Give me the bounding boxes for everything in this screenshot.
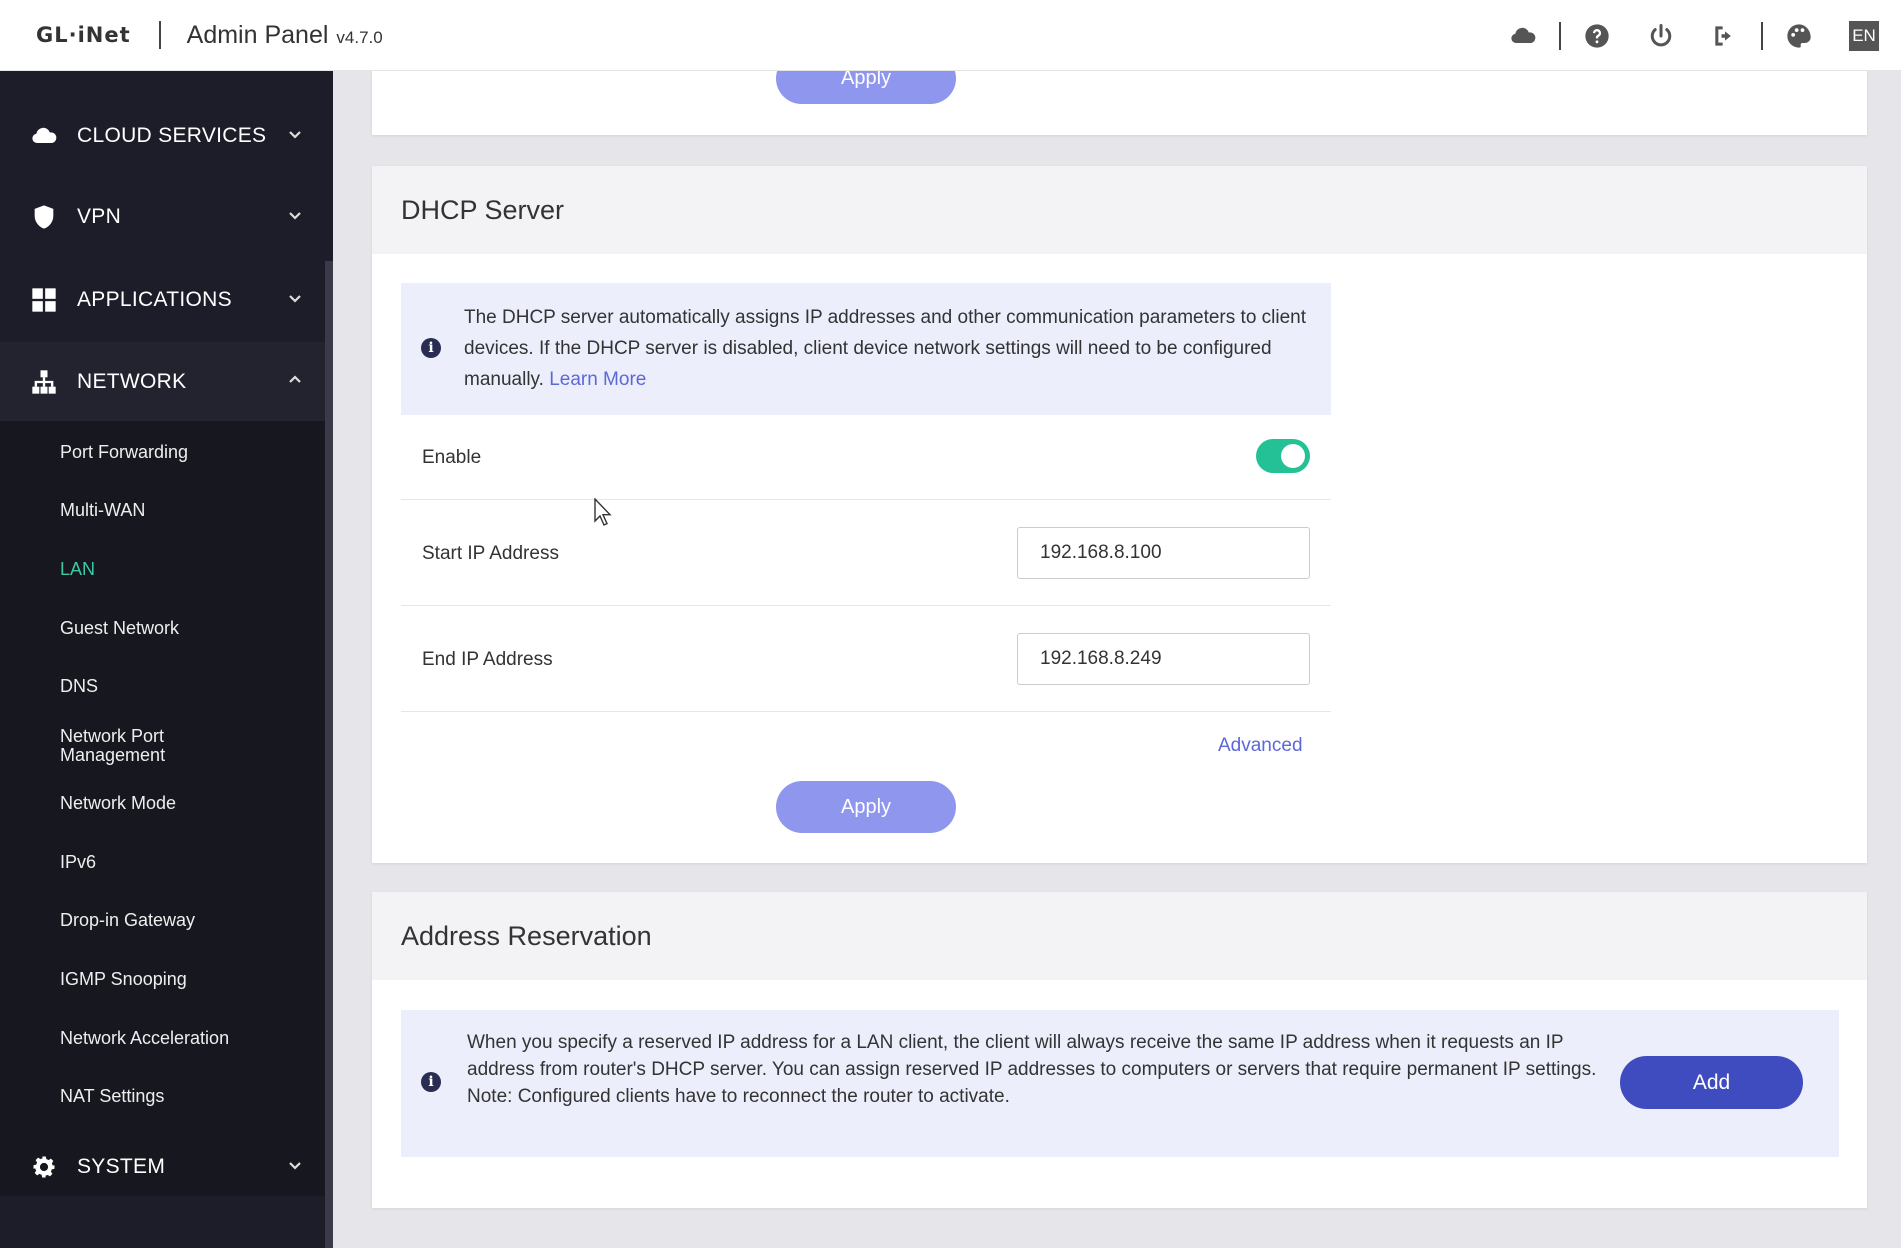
app-version: v4.7.0 — [336, 28, 383, 47]
sidebar: CLOUD SERVICES VPN APPLICATIONS NETWORK … — [0, 71, 333, 1248]
sidebar-item-multi-wan[interactable]: Multi-WAN — [60, 501, 145, 520]
reservation-info-text: When you specify a reserved IP address f… — [467, 1029, 1617, 1110]
sidebar-item-vpn[interactable]: VPN — [0, 177, 325, 257]
section-title: Address Reservation — [372, 892, 1867, 980]
sidebar-scrollbar[interactable] — [325, 261, 333, 1248]
app-title: Admin Panel — [186, 20, 329, 49]
sidebar-item-cloud-services[interactable]: CLOUD SERVICES — [0, 96, 325, 176]
sidebar-item-applications[interactable]: APPLICATIONS — [0, 260, 325, 340]
info-icon: i — [421, 1072, 441, 1092]
cloud-icon — [29, 121, 59, 151]
end-ip-label: End IP Address — [422, 649, 553, 670]
brand-name: GL·iNet — [36, 23, 131, 47]
power-icon[interactable] — [1647, 22, 1675, 50]
section-title: DHCP Server — [372, 166, 1867, 254]
sidebar-item-label: APPLICATIONS — [77, 288, 232, 311]
network-submenu: Port Forwarding Multi-WAN LAN Guest Netw… — [0, 421, 325, 1196]
header-toolbar: EN — [1491, 0, 1879, 71]
sidebar-item-label: SYSTEM — [77, 1155, 166, 1178]
logout-icon[interactable] — [1711, 22, 1739, 50]
end-ip-row: End IP Address — [401, 606, 1331, 712]
start-ip-label: Start IP Address — [422, 543, 559, 564]
network-icon — [29, 367, 59, 397]
palette-icon[interactable] — [1785, 22, 1813, 50]
chevron-down-icon — [287, 290, 303, 306]
header-divider — [1761, 21, 1763, 50]
shield-icon — [29, 202, 59, 232]
sidebar-item-network-port-management[interactable]: Network Port Management — [60, 727, 200, 765]
info-icon: i — [421, 338, 441, 358]
sidebar-item-drop-in-gateway[interactable]: Drop-in Gateway — [60, 911, 195, 930]
chevron-down-icon — [287, 207, 303, 223]
chevron-up-icon — [287, 372, 303, 388]
help-icon[interactable] — [1583, 22, 1611, 50]
toggle-knob — [1281, 444, 1305, 468]
chevron-down-icon — [287, 126, 303, 142]
sidebar-item-igmp-snooping[interactable]: IGMP Snooping — [60, 970, 187, 989]
apply-button[interactable]: Apply — [776, 781, 956, 833]
sidebar-item-network-mode[interactable]: Network Mode — [60, 794, 176, 813]
sidebar-item-ipv6[interactable]: IPv6 — [60, 853, 96, 872]
sidebar-item-lan[interactable]: LAN — [60, 560, 95, 579]
advanced-link[interactable]: Advanced — [1218, 735, 1303, 757]
sidebar-item-system[interactable]: SYSTEM — [0, 1127, 325, 1207]
dhcp-info-text: The DHCP server automatically assigns IP… — [464, 302, 1314, 395]
top-header: GL·iNet Admin Panel v4.7.0 EN — [0, 0, 1901, 71]
grid-icon — [29, 285, 59, 315]
sidebar-item-dns[interactable]: DNS — [60, 677, 98, 696]
reservation-info-box: i When you specify a reserved IP address… — [401, 1010, 1839, 1157]
reservation-info-description: When you specify a reserved IP address f… — [467, 1032, 1597, 1080]
chevron-down-icon — [287, 1157, 303, 1173]
language-selector[interactable]: EN — [1849, 20, 1879, 51]
header-divider — [1559, 21, 1561, 50]
address-reservation-card: Address Reservation i When you specify a… — [372, 892, 1867, 1208]
end-ip-input[interactable] — [1017, 633, 1310, 685]
sidebar-item-label: CLOUD SERVICES — [77, 124, 267, 147]
learn-more-link[interactable]: Learn More — [549, 369, 646, 390]
mouse-cursor-icon — [594, 498, 612, 526]
sidebar-item-label: NETWORK — [77, 370, 187, 393]
sidebar-item-network-acceleration[interactable]: Network Acceleration — [60, 1029, 229, 1048]
header-divider — [158, 21, 161, 49]
sidebar-item-port-forwarding[interactable]: Port Forwarding — [60, 443, 188, 462]
dhcp-info-box: i The DHCP server automatically assigns … — [401, 283, 1331, 415]
brand-logo[interactable]: GL·iNet — [36, 23, 131, 47]
previous-settings-card: Apply — [372, 53, 1867, 135]
sidebar-item-nat-settings[interactable]: NAT Settings — [60, 1087, 164, 1106]
add-button[interactable]: Add — [1620, 1056, 1803, 1109]
start-ip-input[interactable] — [1017, 527, 1310, 579]
gear-icon — [29, 1152, 59, 1182]
enable-label: Enable — [422, 447, 482, 468]
enable-toggle[interactable] — [1256, 439, 1310, 473]
sidebar-item-label: VPN — [77, 205, 122, 228]
cloud-icon[interactable] — [1509, 22, 1537, 50]
enable-row: Enable — [401, 415, 1331, 500]
start-ip-row: Start IP Address — [401, 500, 1331, 606]
sidebar-item-guest-network[interactable]: Guest Network — [60, 619, 179, 638]
sidebar-item-network[interactable]: NETWORK — [0, 342, 325, 422]
reservation-note: Note: Configured clients have to reconne… — [467, 1086, 1010, 1107]
